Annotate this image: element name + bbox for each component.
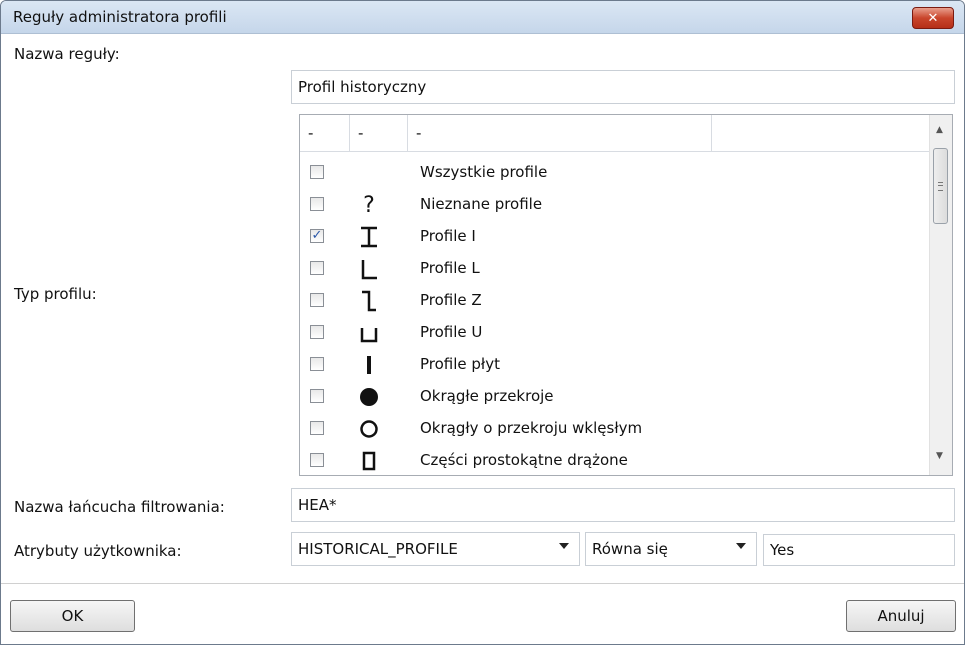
column-header-extra[interactable] [712, 115, 930, 151]
list-item[interactable]: ? Nieznane profile [300, 189, 930, 221]
list-item-label: Profile płyt [420, 355, 500, 373]
i-profile-icon [356, 225, 382, 249]
profile-type-label: Typ profilu: [14, 285, 97, 303]
rule-name-field[interactable]: Profil historyczny [291, 70, 955, 104]
footer-divider [1, 583, 964, 584]
operator-select[interactable]: Równa się [585, 532, 757, 566]
z-profile-icon [356, 289, 382, 313]
filter-chain-label: Nazwa łańcucha filtrowania: [14, 498, 225, 516]
list-item-label: Wszystkie profile [420, 163, 548, 181]
scrollbar-thumb[interactable] [933, 148, 948, 224]
checkbox[interactable] [310, 293, 324, 307]
scroll-up-arrow-icon[interactable]: ▲ [936, 125, 943, 135]
list-item[interactable]: Wszystkie profile [300, 157, 930, 189]
chevron-down-icon [559, 543, 569, 549]
attribute-select[interactable]: HISTORICAL_PROFILE [291, 532, 580, 566]
column-header-check[interactable]: - [300, 115, 350, 151]
rect-hollow-icon [356, 449, 382, 473]
user-attributes-label: Atrybuty użytkownika: [14, 542, 182, 560]
list-item[interactable]: Okrągły o przekroju wklęsłym [300, 413, 930, 445]
round-hollow-icon [356, 417, 382, 441]
close-icon: ✕ [927, 10, 939, 26]
cancel-button[interactable]: Anuluj [846, 600, 956, 632]
column-header-name[interactable]: - [408, 115, 712, 151]
list-item[interactable]: Profile L [300, 253, 930, 285]
list-item[interactable]: Profile płyt [300, 349, 930, 381]
ok-button-label: OK [61, 607, 84, 625]
list-item-label: Nieznane profile [420, 195, 543, 213]
checkbox[interactable] [310, 165, 324, 179]
attribute-value: HISTORICAL_PROFILE [298, 540, 458, 558]
filter-chain-field[interactable]: HEA* [291, 488, 955, 522]
list-item-label: Profile Z [420, 291, 482, 309]
dialog-window: Reguły administratora profili ✕ Nazwa re… [0, 0, 965, 645]
grip-icon [938, 182, 943, 191]
attribute-value-text: Yes [770, 541, 795, 559]
checkbox[interactable] [310, 357, 324, 371]
list-item-label: Okrągłe przekroje [420, 387, 554, 405]
cancel-button-label: Anuluj [877, 607, 925, 625]
checkbox[interactable] [310, 453, 324, 467]
list-item-label: Profile L [420, 259, 480, 277]
rule-name-label: Nazwa reguły: [14, 45, 120, 63]
list-item-label: Profile I [420, 227, 476, 245]
operator-value: Równa się [592, 540, 668, 558]
column-header-symbol[interactable]: - [350, 115, 408, 151]
list-item[interactable]: Profile Z [300, 285, 930, 317]
l-profile-icon [356, 257, 382, 281]
list-item[interactable]: ✓ Profile I [300, 221, 930, 253]
filter-chain-value: HEA* [298, 496, 337, 514]
check-mark-icon: ✓ [311, 228, 323, 243]
checkbox[interactable] [310, 261, 324, 275]
list-item-label: Części prostokątne drążone [420, 451, 628, 469]
list-item-label: Profile U [420, 323, 483, 341]
list-item-label: Okrągły o przekroju wklęsłym [420, 419, 643, 437]
plate-profile-icon [356, 353, 382, 377]
chevron-down-icon [736, 543, 746, 549]
scroll-down-arrow-icon[interactable]: ▼ [936, 451, 943, 461]
profile-type-list[interactable]: - - - Wszystkie profile ? Nieznane profi… [299, 114, 953, 476]
list-item[interactable]: Części prostokątne drążone [300, 445, 930, 475]
round-solid-icon [356, 385, 382, 409]
vertical-scrollbar[interactable]: ▲ ▼ [929, 115, 952, 475]
question-icon: ? [363, 192, 375, 218]
ok-button[interactable]: OK [10, 600, 135, 632]
attribute-value-field[interactable]: Yes [763, 534, 955, 566]
window-title: Reguły administratora profili [13, 8, 227, 26]
checkbox[interactable]: ✓ [310, 229, 324, 243]
title-bar[interactable]: Reguły administratora profili ✕ [1, 1, 964, 34]
close-button[interactable]: ✕ [912, 7, 954, 29]
u-profile-icon [356, 321, 382, 345]
rule-name-value: Profil historyczny [298, 78, 427, 96]
list-item[interactable]: Profile U [300, 317, 930, 349]
checkbox[interactable] [310, 389, 324, 403]
checkbox[interactable] [310, 197, 324, 211]
list-header: - - - [300, 115, 930, 152]
list-item[interactable]: Okrągłe przekroje [300, 381, 930, 413]
checkbox[interactable] [310, 421, 324, 435]
checkbox[interactable] [310, 325, 324, 339]
